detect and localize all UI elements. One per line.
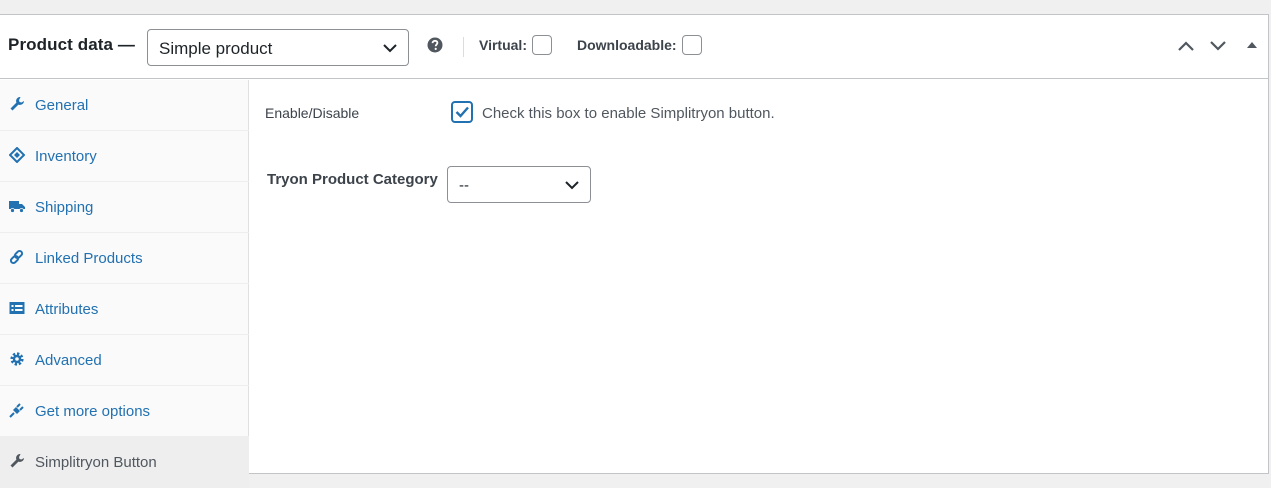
tryon-category-select[interactable]: -- (447, 166, 591, 203)
plug-icon (9, 403, 24, 418)
tab-label: Simplitryon Button (35, 454, 157, 471)
tab-content-simplitryon: Enable/Disable Check this box to enable … (250, 80, 1269, 475)
panel-title: Product data — (8, 35, 136, 54)
tab-label: Shipping (35, 199, 94, 216)
tab-attributes[interactable]: Attributes (0, 284, 249, 335)
virtual-checkbox[interactable] (532, 35, 552, 55)
tab-label: Get more options (35, 403, 151, 420)
checkmark-icon (455, 106, 469, 118)
tab-simplitryon-button[interactable]: Simplitryon Button (0, 437, 249, 488)
wrench-icon (10, 454, 24, 468)
tab-advanced[interactable]: Advanced (0, 335, 249, 386)
tab-label: Inventory (35, 148, 97, 165)
tab-linked-products[interactable]: Linked Products (0, 233, 249, 284)
tab-shipping[interactable]: Shipping (0, 182, 249, 233)
enable-disable-label: Enable/Disable (265, 105, 360, 121)
product-data-header: Product data — Simple product Virtual: D… (0, 15, 1268, 79)
downloadable-label: Downloadable: (577, 37, 677, 53)
tab-general[interactable]: General (0, 80, 249, 131)
chevron-down-icon (565, 181, 579, 190)
product-type-select[interactable]: Simple product (147, 29, 409, 66)
truck-icon (9, 201, 25, 213)
header-divider (463, 37, 464, 57)
tag-icon (9, 147, 25, 163)
tab-label: Attributes (35, 301, 99, 318)
tab-get-more-options[interactable]: Get more options (0, 386, 249, 437)
wrench-icon (10, 97, 24, 111)
enable-description: Check this box to enable Simplitryon but… (482, 105, 775, 122)
gear-icon (10, 352, 24, 366)
toggle-panel-icon[interactable] (1246, 40, 1258, 50)
tryon-category-label: Tryon Product Category (267, 171, 438, 188)
virtual-label: Virtual: (479, 37, 527, 53)
product-data-panel: Product data — Simple product Virtual: D… (0, 14, 1269, 488)
help-icon[interactable] (427, 37, 443, 53)
move-up-icon[interactable] (1177, 39, 1195, 53)
downloadable-checkbox[interactable] (682, 35, 702, 55)
product-type-value: Simple product (159, 39, 273, 58)
tab-label: Linked Products (35, 250, 143, 267)
list-icon (9, 302, 25, 314)
enable-simplitryon-checkbox[interactable] (451, 101, 473, 123)
tab-label: General (35, 97, 89, 114)
product-data-tabs: General Inventory Shipping Linked Produc… (0, 80, 249, 488)
tab-label: Advanced (35, 352, 102, 369)
move-down-icon[interactable] (1209, 39, 1227, 53)
chevron-down-icon (383, 44, 397, 53)
link-icon (9, 249, 24, 265)
tryon-category-value: -- (459, 177, 469, 194)
tab-inventory[interactable]: Inventory (0, 131, 249, 182)
